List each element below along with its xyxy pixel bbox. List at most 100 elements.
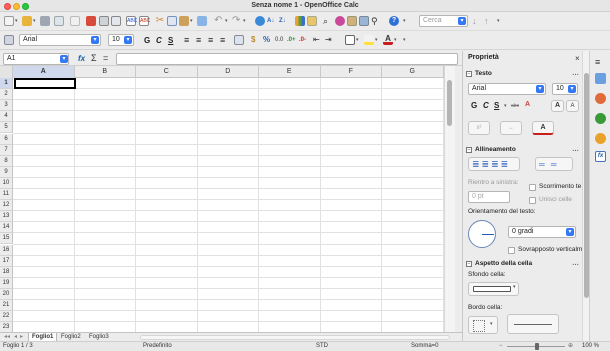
column-header[interactable]: F [321,66,382,78]
column-header[interactable]: C [136,66,198,78]
underline-button[interactable]: S [168,35,173,46]
column-header[interactable]: D [198,66,259,78]
print-icon[interactable] [99,16,109,26]
sidebar-font-dropdown-button[interactable]: ▾ [536,85,544,93]
superscript-button[interactable]: x² [468,121,490,135]
zoom-level[interactable]: 100 % [582,342,599,351]
row-header[interactable]: 23 [0,322,13,332]
vertical-align-buttons[interactable]: ═ ═ [535,157,573,171]
autospellcheck-icon[interactable]: ABC [139,16,150,26]
rotation-dropdown-button[interactable]: ▾ [566,228,574,236]
borders-icon[interactable] [345,35,355,45]
text-section-header[interactable]: − Testo … [463,69,582,79]
name-box-dropdown-button[interactable]: ▾ [60,55,68,63]
wrap-text-checkbox[interactable] [529,184,536,191]
grow-font-button[interactable]: A [551,100,564,112]
vertical-scrollbar[interactable] [444,66,455,332]
selection-mode[interactable]: STD [316,342,328,351]
row-header[interactable]: 15 [0,233,13,245]
chart-icon[interactable] [295,16,305,26]
page-preview-icon[interactable] [111,16,121,26]
sidebar-font-color-button[interactable]: A [532,121,554,135]
close-sidebar-button[interactable]: × [575,54,580,63]
align-left-icon[interactable]: ≡ [184,35,194,45]
save-icon[interactable] [40,16,50,26]
sidebar-italic-button[interactable]: C [483,100,489,111]
row-header[interactable]: 6 [0,133,13,145]
row-header[interactable]: 17 [0,255,13,267]
chevron-down-icon[interactable]: ▾ [504,103,507,109]
redo-icon[interactable]: ↷ [232,16,242,26]
chevron-down-icon[interactable]: ▾ [15,17,20,25]
chevron-down-icon[interactable]: ▾ [497,17,502,25]
strikethrough-icon[interactable]: abc [511,103,519,109]
tab-nav-next-icon[interactable]: ▸ [20,333,23,340]
row-header[interactable]: 12 [0,200,13,212]
hyperlink-icon[interactable] [255,16,265,26]
sidebar-underline-button[interactable]: S [494,100,499,111]
row-header[interactable]: 9 [0,166,13,178]
find-previous-icon[interactable]: ↑ [484,16,494,26]
row-header[interactable]: 14 [0,222,13,234]
collapse-icon[interactable]: − [466,261,472,267]
font-size-dropdown-button[interactable]: ▾ [124,36,132,44]
function-equals-icon[interactable]: = [103,53,108,63]
styles-icon[interactable] [4,35,14,45]
chevron-down-icon[interactable]: ▾ [356,36,361,44]
collapse-icon[interactable]: − [466,147,472,153]
spellcheck-icon[interactable]: ABC [126,16,137,26]
column-header[interactable]: E [259,66,321,78]
chevron-down-icon[interactable]: ▾ [375,36,380,44]
scrollbar-thumb[interactable] [447,80,452,126]
row-header[interactable]: 2 [0,89,13,101]
cell-border-button[interactable]: ▾ [468,316,498,334]
align-center-icon[interactable]: ≡ [196,35,206,45]
function-wizard-icon[interactable]: fx [78,54,85,63]
gallery-icon[interactable] [347,16,357,26]
properties-tab-icon[interactable] [595,73,606,84]
italic-button[interactable]: C [156,35,162,46]
row-header[interactable]: 10 [0,177,13,189]
edit-file-icon[interactable] [70,16,80,26]
column-header[interactable]: B [75,66,136,78]
merge-cells-checkbox[interactable] [529,197,536,204]
sum-icon[interactable]: Σ [91,53,97,63]
chevron-down-icon[interactable]: ▾ [33,17,38,25]
minimize-window-button[interactable] [13,3,20,10]
spreadsheet-grid[interactable]: ABCDEFG 1 2 3 4 5 6 7 8 9 10 11 12 13 14 15 16 17 18 19 20 2… [0,66,455,332]
search-dropdown-button[interactable]: ▾ [458,17,466,25]
zoom-icon[interactable]: ⚲ [371,16,381,26]
cut-icon[interactable]: ✂ [155,16,165,26]
navigator-icon[interactable] [335,16,345,26]
new-document-icon[interactable] [4,16,14,26]
row-header[interactable]: 22 [0,311,13,323]
row-header[interactable]: 8 [0,155,13,167]
column-header[interactable]: A [13,66,75,78]
chevron-down-icon[interactable]: ▾ [225,17,230,25]
alignment-section-header[interactable]: − Allineamento … [463,145,582,155]
standard-format-icon[interactable]: 0.0 [275,35,285,45]
horizontal-align-buttons[interactable]: ≣≣≣≣ [468,157,520,171]
stacked-vertically-checkbox[interactable] [508,247,515,254]
chevron-down-icon[interactable]: ▾ [403,36,408,44]
zoom-in-icon[interactable]: ⊕ [568,342,573,351]
shadow-icon[interactable]: A [525,101,530,108]
align-right-icon[interactable]: ≡ [208,35,218,45]
more-options-icon[interactable]: … [572,69,579,79]
clone-formatting-icon[interactable] [197,16,207,26]
font-name-dropdown-button[interactable]: ▾ [91,36,99,44]
functions-tab-icon[interactable]: fx [595,151,606,162]
chevron-down-icon[interactable]: ▾ [403,17,408,25]
select-all-corner[interactable] [0,66,13,78]
merge-cells-icon[interactable] [234,35,244,45]
delete-decimal-icon[interactable]: .0- [299,35,309,45]
more-options-icon[interactable]: … [572,145,579,155]
formula-input[interactable] [116,53,458,65]
close-window-button[interactable] [4,3,11,10]
row-header[interactable]: 7 [0,144,13,156]
find-next-icon[interactable]: ↓ [472,16,482,26]
add-decimal-icon[interactable]: .0+ [287,35,297,45]
zoom-window-button[interactable] [22,3,29,10]
sidebar-menu-icon[interactable]: ≡ [595,57,600,67]
decrease-indent-icon[interactable]: ⇤ [313,35,323,45]
